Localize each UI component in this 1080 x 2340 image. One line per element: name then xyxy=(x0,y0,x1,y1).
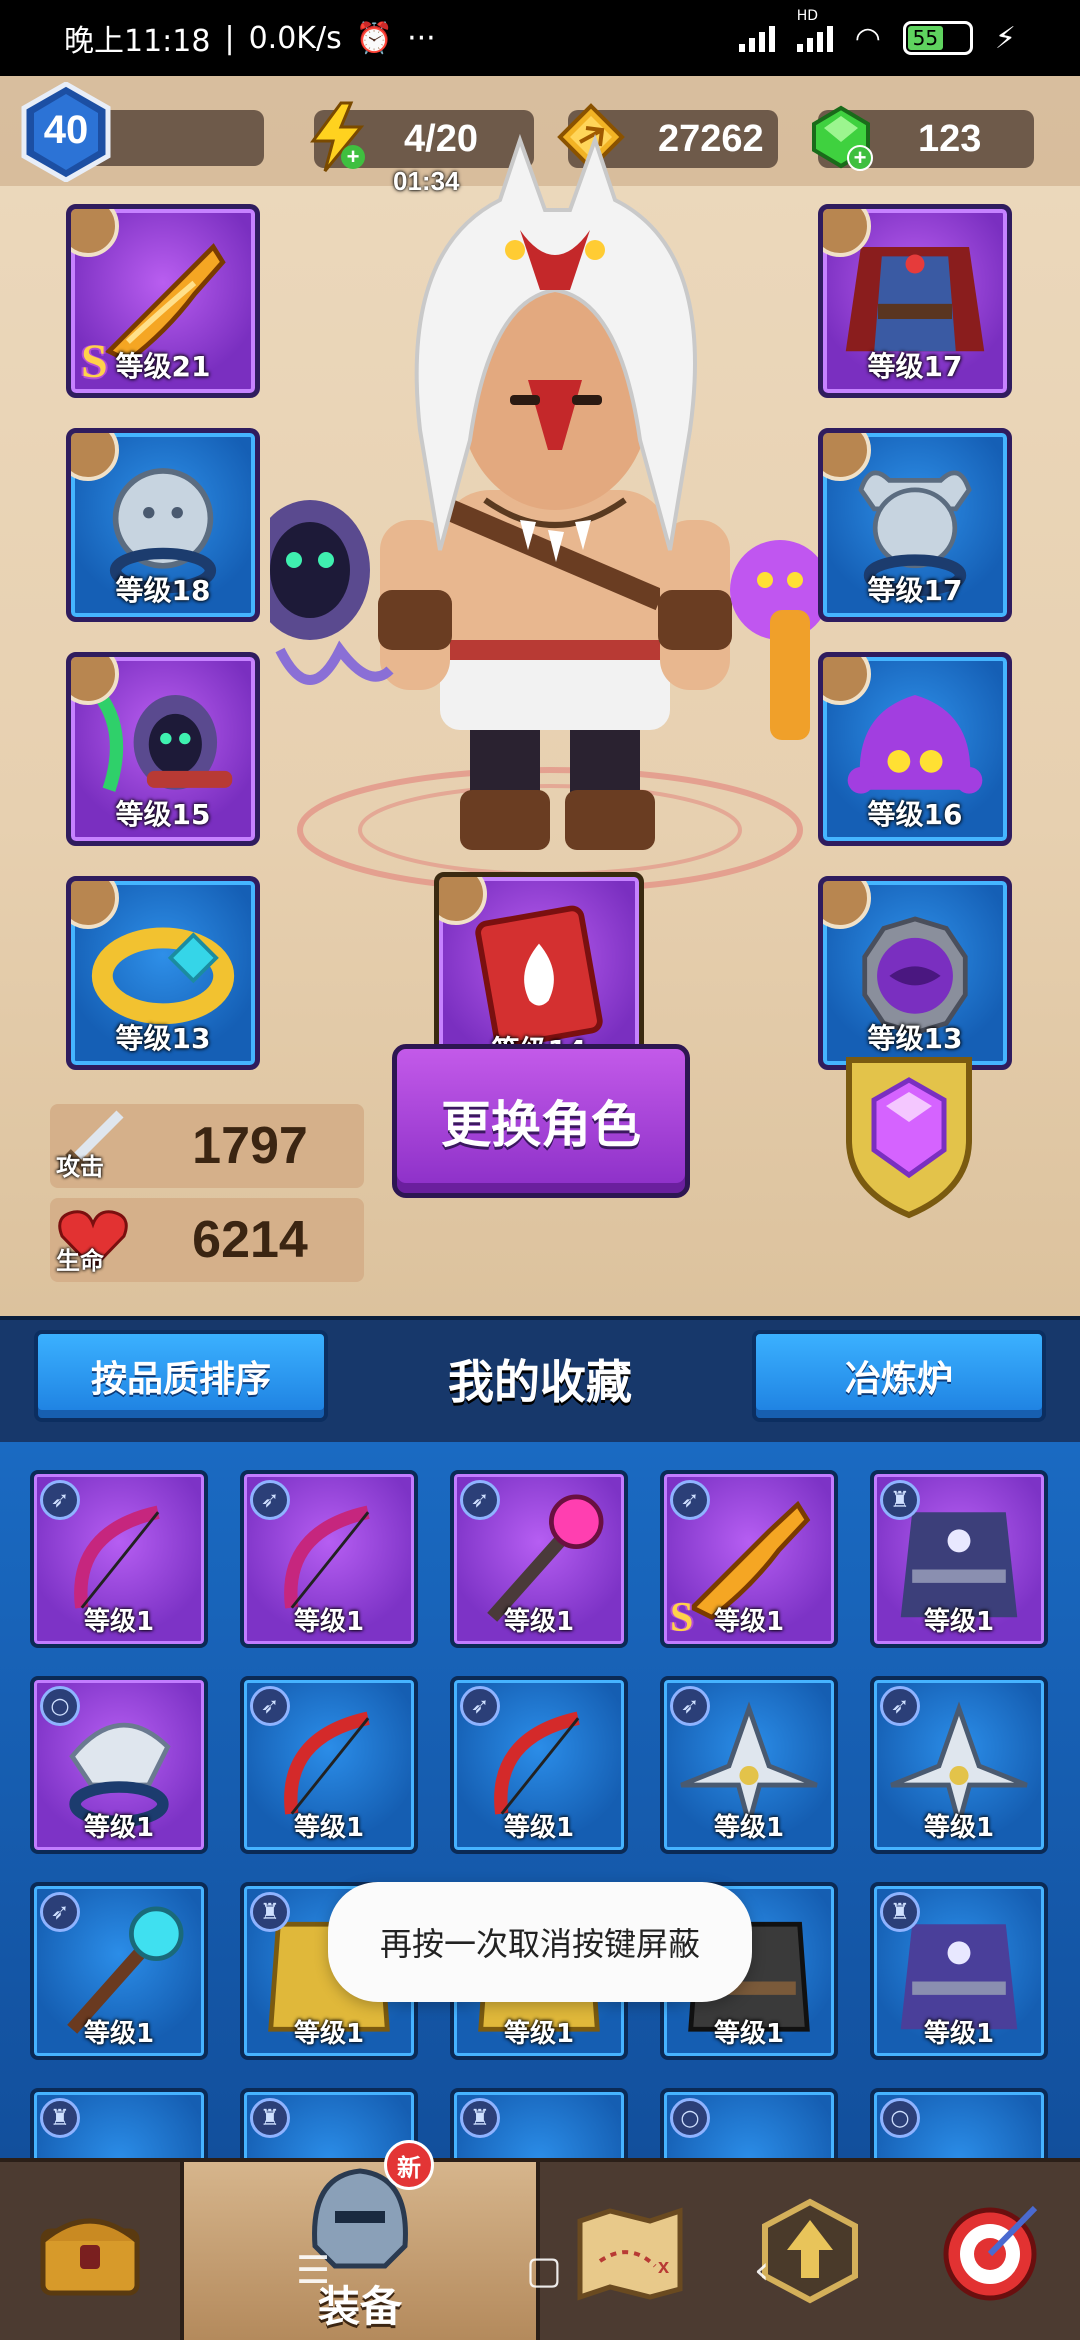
armor-type-icon: ♜ xyxy=(880,1892,920,1932)
collection-item[interactable]: ➶ 等级1 xyxy=(660,1676,838,1854)
equip-slot-ring-right[interactable]: 等级17 xyxy=(818,428,1012,622)
bow-type-icon: ➶ xyxy=(460,1686,500,1726)
bow-type-icon: ➶ xyxy=(460,1480,500,1520)
bow-type-icon: ➶ xyxy=(40,1480,80,1520)
ring-type-icon: ○ xyxy=(670,2098,710,2138)
signal-icon xyxy=(738,24,775,52)
collection-item-partial[interactable]: ♜ xyxy=(30,2088,208,2158)
armor-type-icon: ♜ xyxy=(250,1892,290,1932)
hero-character[interactable] xyxy=(250,130,830,910)
collection-item[interactable]: ➶ S 等级1 xyxy=(660,1470,838,1648)
more-dots: ··· xyxy=(407,20,436,56)
net-speed: 0.0K/s xyxy=(248,20,342,56)
alarm-icon: ⏰ xyxy=(355,20,394,56)
bow-type-icon: ➶ xyxy=(670,1686,710,1726)
equip-slot-ring-left[interactable]: 等级18 xyxy=(66,428,260,622)
new-badge: 新 xyxy=(384,2140,434,2190)
system-home-icon[interactable]: ▢ xyxy=(526,2248,562,2292)
collection-item[interactable]: ➶ 等级1 xyxy=(240,1470,418,1648)
collection-item[interactable]: ➶ 等级1 xyxy=(450,1470,628,1648)
equip-slot-weapon[interactable]: S 等级21 xyxy=(66,204,260,398)
armor-type-icon: ♜ xyxy=(880,1480,920,1520)
collection-item[interactable]: ➶ 等级1 xyxy=(30,1470,208,1648)
hd-signal-icon: HD xyxy=(796,8,833,52)
ring-type-icon: ○ xyxy=(40,1686,80,1726)
collection-item[interactable]: ♜ 等级1 xyxy=(870,1470,1048,1648)
equip-slot-armor[interactable]: 等级17 xyxy=(818,204,1012,398)
collection-item[interactable]: ➶ 等级1 xyxy=(870,1676,1048,1854)
armor-type-icon: ♜ xyxy=(250,2098,290,2138)
equip-slot-pet-left[interactable]: 等级15 xyxy=(66,652,260,846)
collection-item-partial[interactable]: ○ xyxy=(870,2088,1048,2158)
bow-type-icon: ➶ xyxy=(670,1480,710,1520)
rank-shield-icon[interactable] xyxy=(834,1040,984,1220)
tab-map[interactable]: x xyxy=(540,2162,720,2340)
sort-by-quality-button[interactable]: 按品质排序 xyxy=(34,1330,328,1422)
slot-level: 等级13 xyxy=(115,1022,211,1055)
collection-item-partial[interactable]: ○ xyxy=(660,2088,838,2158)
charging-icon: ⚡ xyxy=(994,20,1016,56)
collection-item[interactable]: ♜ 等级1 xyxy=(870,1882,1048,2060)
slot-level: 等级17 xyxy=(867,574,963,607)
svg-text:+: + xyxy=(854,145,867,170)
gem-counter[interactable]: + 123 xyxy=(812,105,1034,171)
player-level-badge[interactable]: 40 xyxy=(20,81,112,183)
wifi-icon: ◠ xyxy=(854,20,881,56)
status-bar: 晚上11:18 | 0.0K/s ⏰ ··· HD ◠ 55 ⚡ xyxy=(0,0,1080,76)
slot-level: 等级17 xyxy=(867,350,963,383)
treasure-chest-icon xyxy=(40,2218,140,2296)
collection-item[interactable]: ➶ 等级1 xyxy=(240,1676,418,1854)
system-menu-icon[interactable]: ☰ xyxy=(296,2248,330,2292)
armor-type-icon: ♜ xyxy=(40,2098,80,2138)
equip-slot-bracelet[interactable]: 等级13 xyxy=(66,876,260,1070)
smelter-button[interactable]: 冶炼炉 xyxy=(752,1330,1046,1422)
tab-upgrade[interactable] xyxy=(720,2162,900,2340)
bow-type-icon: ➶ xyxy=(250,1480,290,1520)
bow-type-icon: ➶ xyxy=(250,1686,290,1726)
battery-icon: 55 xyxy=(902,21,973,55)
upgrade-arrow-icon xyxy=(762,2198,858,2304)
toast-message: 再按一次取消按键屏蔽 xyxy=(328,1882,752,2002)
slot-level: 等级15 xyxy=(115,798,211,831)
map-icon: x xyxy=(577,2207,683,2301)
collection-item[interactable]: ○ 等级1 xyxy=(30,1676,208,1854)
sword-stat-icon: 攻击 xyxy=(50,1104,136,1188)
heart-stat-icon: 生命 xyxy=(50,1198,136,1282)
slot-level: 等级16 xyxy=(867,798,963,831)
hp-stat: 生命 6214 xyxy=(50,1198,364,1282)
collection-title: 我的收藏 xyxy=(448,1355,632,1409)
swap-hero-button[interactable]: 更换角色 xyxy=(392,1044,690,1198)
collection-item[interactable]: ➶ 等级1 xyxy=(450,1676,628,1854)
slot-level: 等级21 xyxy=(115,350,211,383)
bow-type-icon: ➶ xyxy=(880,1686,920,1726)
tab-equipment[interactable]: 装备 xyxy=(180,2162,540,2340)
target-icon xyxy=(943,2205,1038,2301)
ring-type-icon: ○ xyxy=(880,2098,920,2138)
armor-type-icon: ♜ xyxy=(460,2098,500,2138)
collection-grid: ➶ 等级1 ➶ 等级1 ➶ 等级1 ➶ S 等级1 ♜ 等级1 ○ 等级1 ➶ … xyxy=(0,1442,1080,2158)
tab-events[interactable] xyxy=(900,2162,1080,2340)
tab-shop[interactable] xyxy=(0,2162,180,2340)
tab-equipment-label: 装备 xyxy=(317,2282,402,2331)
equip-slot-pet-right[interactable]: 等级16 xyxy=(818,652,1012,846)
svg-text:x: x xyxy=(658,2256,669,2278)
system-back-icon[interactable]: ‹ xyxy=(754,2248,769,2292)
bow-type-icon: ➶ xyxy=(40,1892,80,1932)
slot-level: 等级18 xyxy=(115,574,211,607)
clock: 晚上11:18 xyxy=(64,24,211,59)
collection-item-partial[interactable]: ♜ xyxy=(450,2088,628,2158)
attack-stat: 攻击 1797 xyxy=(50,1104,364,1188)
collection-item[interactable]: ➶ 等级1 xyxy=(30,1882,208,2060)
